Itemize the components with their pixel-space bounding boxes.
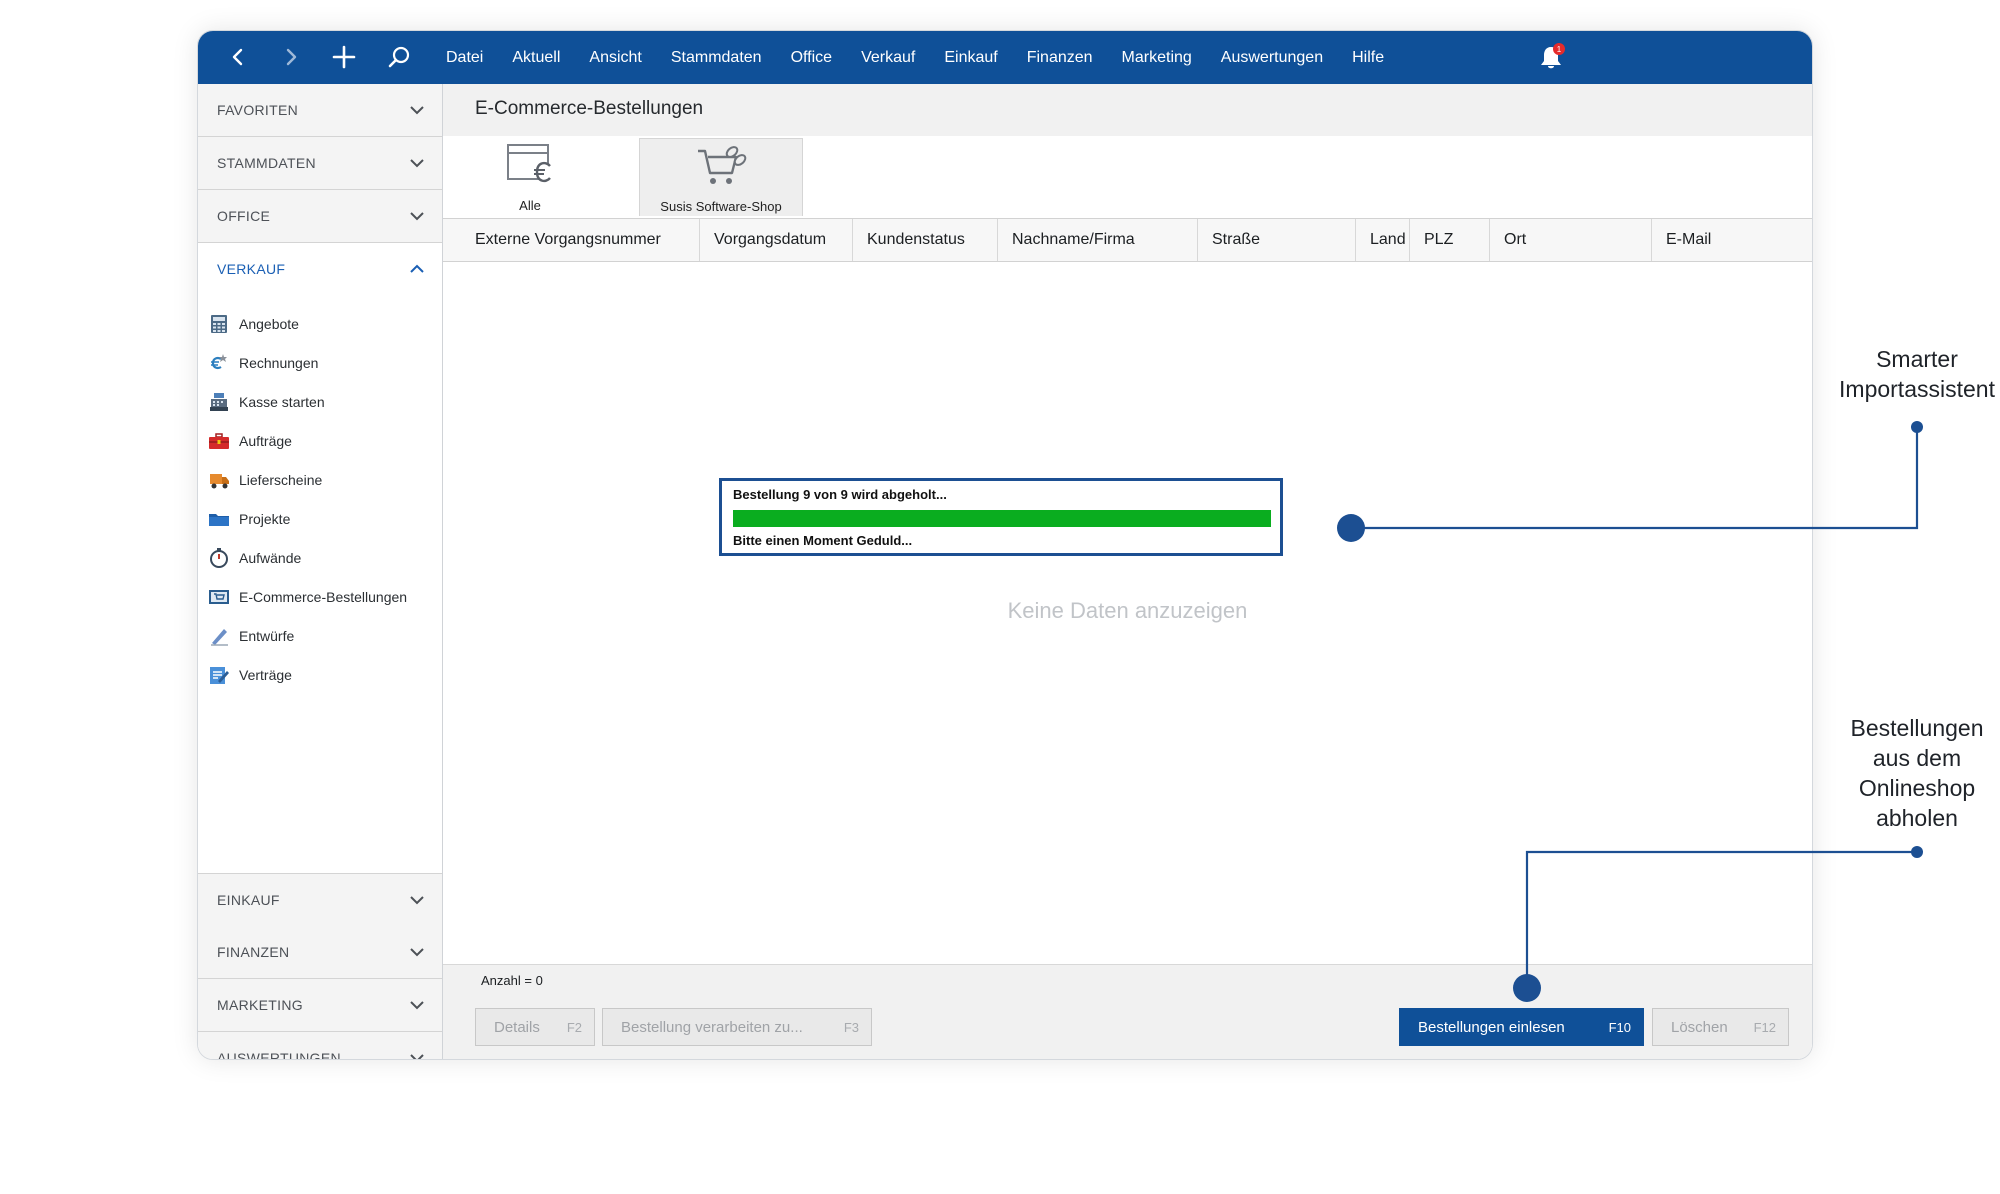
callout-line: abholen	[1876, 805, 1958, 831]
connector-dot	[1337, 514, 1365, 542]
annotation-connectors	[1337, 421, 1923, 1002]
callout-import-assistant: Smarter Importassistent	[1817, 344, 2000, 404]
callout-line: Onlineshop	[1858, 775, 1976, 801]
callout-line: aus dem	[1872, 745, 1962, 771]
connector-line-fetch-orders	[1525, 850, 1917, 988]
connector-dot	[1911, 421, 1923, 433]
callout-line: Importassistent	[1839, 376, 1995, 402]
connector-dot	[1911, 846, 1923, 858]
callout-line: Smarter	[1876, 346, 1958, 372]
callout-line: Bestellungen	[1850, 715, 1984, 741]
connector-dot	[1513, 974, 1541, 1002]
callout-fetch-orders: Bestellungen aus dem Onlineshop abholen	[1817, 713, 2000, 833]
connector-line-import-assistant	[1351, 428, 1919, 530]
